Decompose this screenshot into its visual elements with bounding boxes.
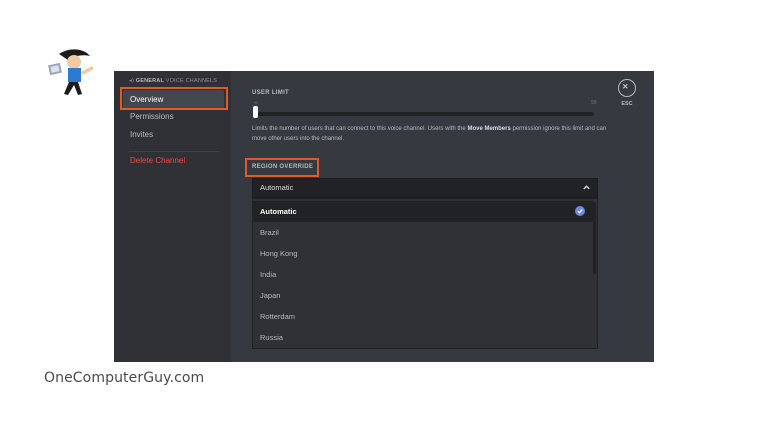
site-watermark: OneComputerGuy.com <box>44 370 205 386</box>
region-override-label: REGION OVERRIDE <box>252 164 314 170</box>
esc-label: ESC <box>621 101 633 107</box>
region-option-hong-kong[interactable]: Hong Kong <box>253 243 593 264</box>
region-option-automatic[interactable]: Automatic <box>253 201 593 222</box>
region-option-rotterdam[interactable]: Rotterdam <box>253 306 593 327</box>
region-select-value: Automatic <box>260 183 294 192</box>
region-select[interactable]: Automatic <box>252 178 598 198</box>
chevron-up-icon <box>583 185 590 190</box>
region-dropdown-menu: Automatic Brazil Hong Kong India Japan R… <box>252 198 598 349</box>
channel-settings-window: ◂) GENERAL VOICE CHANNELS Overview Permi… <box>114 71 654 362</box>
check-icon <box>575 206 585 216</box>
close-button[interactable] <box>618 79 636 97</box>
sidebar-item-invites[interactable]: Invites <box>123 125 224 144</box>
sidebar-header: ◂) GENERAL VOICE CHANNELS <box>129 78 217 84</box>
dropdown-scrollbar[interactable] <box>593 202 596 274</box>
user-limit-description: Limits the number of users that can conn… <box>252 126 607 142</box>
speaker-icon: ◂) <box>129 78 134 84</box>
user-limit-label: USER LIMIT <box>252 90 289 96</box>
user-limit-slider-track[interactable] <box>254 112 594 116</box>
region-option-russia[interactable]: Russia <box>253 327 593 348</box>
site-logo <box>48 49 94 95</box>
settings-sidebar: ◂) GENERAL VOICE CHANNELS Overview Permi… <box>114 71 231 362</box>
region-option-japan[interactable]: Japan <box>253 285 593 306</box>
close-icon <box>622 83 628 89</box>
slider-max-mark: 99 <box>591 100 597 106</box>
region-option-brazil[interactable]: Brazil <box>253 222 593 243</box>
sidebar-item-permissions[interactable]: Permissions <box>123 107 224 126</box>
region-option-india[interactable]: India <box>253 264 593 285</box>
user-limit-slider-handle[interactable] <box>253 106 258 118</box>
delete-channel-button[interactable]: Delete Channel <box>123 151 224 170</box>
channel-name: GENERAL <box>135 78 165 84</box>
channel-section: VOICE CHANNELS <box>165 78 218 84</box>
